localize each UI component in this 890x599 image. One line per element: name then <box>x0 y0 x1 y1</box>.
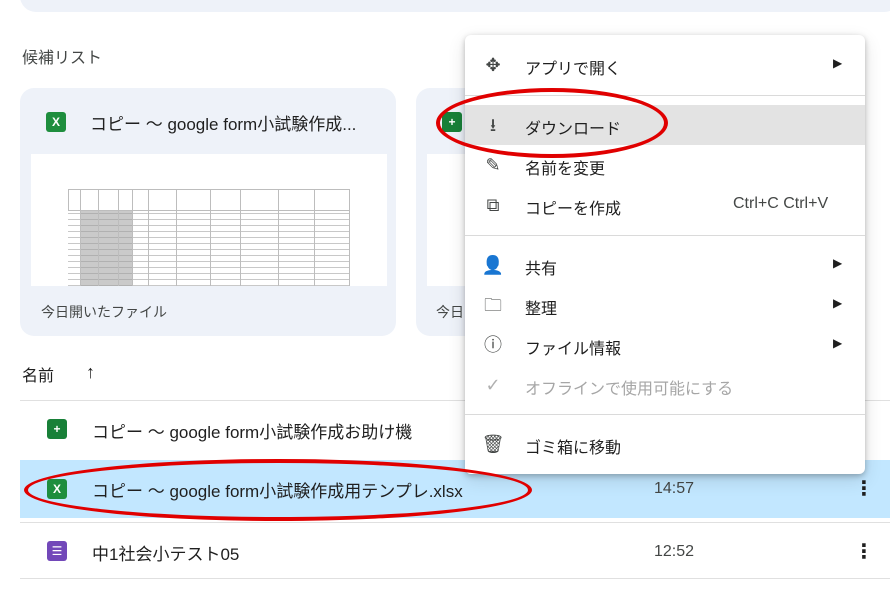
card-title: コピー 〜 google form小試験作成... <box>90 115 357 134</box>
more-actions-icon[interactable]: ⋮ <box>854 539 874 564</box>
submenu-arrow-icon: ▶ <box>833 256 843 270</box>
menu-item-share[interactable]: 👤 共有 ▶ <box>465 245 865 285</box>
submenu-arrow-icon: ▶ <box>833 336 843 350</box>
file-modified-time: 14:57 <box>654 480 695 497</box>
menu-item-open-with[interactable]: ✥ アプリで開く ▶ <box>465 45 865 85</box>
forms-file-icon: ☰ <box>47 541 67 561</box>
menu-item-organize[interactable]: 🗀 整理 ▶ <box>465 285 865 325</box>
more-actions-icon[interactable]: ⋮ <box>854 476 874 501</box>
menu-item-file-info[interactable]: ⓘ ファイル情報 ▶ <box>465 325 865 365</box>
spreadsheet-preview <box>68 189 350 286</box>
menu-item-move-to-trash[interactable]: 🗑 ゴミ箱に移動 <box>465 424 865 464</box>
menu-item-label: 名前を変更 <box>525 161 606 178</box>
menu-item-make-offline: ✓ オフラインで使用可能にする <box>465 365 865 405</box>
menu-item-label: ゴミ箱に移動 <box>525 440 622 457</box>
excel-file-icon: X <box>46 112 66 132</box>
file-row[interactable]: ☰ 中1社会小テスト05 12:52 ⋮ <box>20 522 890 578</box>
search-bar[interactable] <box>20 0 890 12</box>
sort-by-name-button[interactable]: 名前 <box>22 362 54 386</box>
card-header: X コピー 〜 google form小試験作成... <box>20 88 396 154</box>
info-icon: ⓘ <box>484 335 502 355</box>
menu-item-label: 共有 <box>525 261 558 278</box>
pencil-icon: ✎ <box>485 155 501 175</box>
card-subtitle: 今日 <box>436 304 464 320</box>
menu-item-label: 整理 <box>525 301 558 318</box>
menu-item-make-copy[interactable]: ⧉ コピーを作成 Ctrl+C Ctrl+V <box>465 185 865 225</box>
file-modified-time: 12:52 <box>654 543 695 560</box>
card-subtitle: 今日開いたファイル <box>41 304 167 320</box>
file-thumbnail <box>31 154 387 286</box>
annotation-ellipse-file <box>24 459 532 521</box>
suggested-file-card[interactable]: X コピー 〜 google form小試験作成... 今日開いたファイル <box>20 88 396 336</box>
folder-open-icon: 🗀 <box>484 295 502 315</box>
menu-item-label: アプリで開く <box>525 61 622 78</box>
trash-icon: 🗑 <box>481 434 505 454</box>
file-name: コピー 〜 google form小試験作成お助け機 <box>92 423 413 442</box>
submenu-arrow-icon: ▶ <box>833 296 843 310</box>
menu-item-label: コピーを作成 <box>525 201 622 218</box>
copy-icon: ⧉ <box>486 195 500 215</box>
offline-check-icon: ✓ <box>485 375 501 395</box>
section-title: 候補リスト <box>22 50 103 67</box>
annotation-ellipse-download <box>436 88 668 158</box>
sheets-file-icon: + <box>47 419 67 439</box>
menu-item-label: ファイル情報 <box>525 341 622 358</box>
file-name: 中1社会小テスト05 <box>92 545 240 564</box>
menu-divider <box>465 414 865 415</box>
divider <box>20 578 890 579</box>
keyboard-shortcut: Ctrl+C Ctrl+V <box>733 195 829 212</box>
submenu-arrow-icon: ▶ <box>833 56 843 70</box>
sort-ascending-icon[interactable]: ↑ <box>86 362 95 383</box>
move-icon: ✥ <box>485 55 501 75</box>
person-add-icon: 👤 <box>481 255 505 275</box>
menu-item-label: オフラインで使用可能にする <box>525 381 734 398</box>
menu-divider <box>465 235 865 236</box>
